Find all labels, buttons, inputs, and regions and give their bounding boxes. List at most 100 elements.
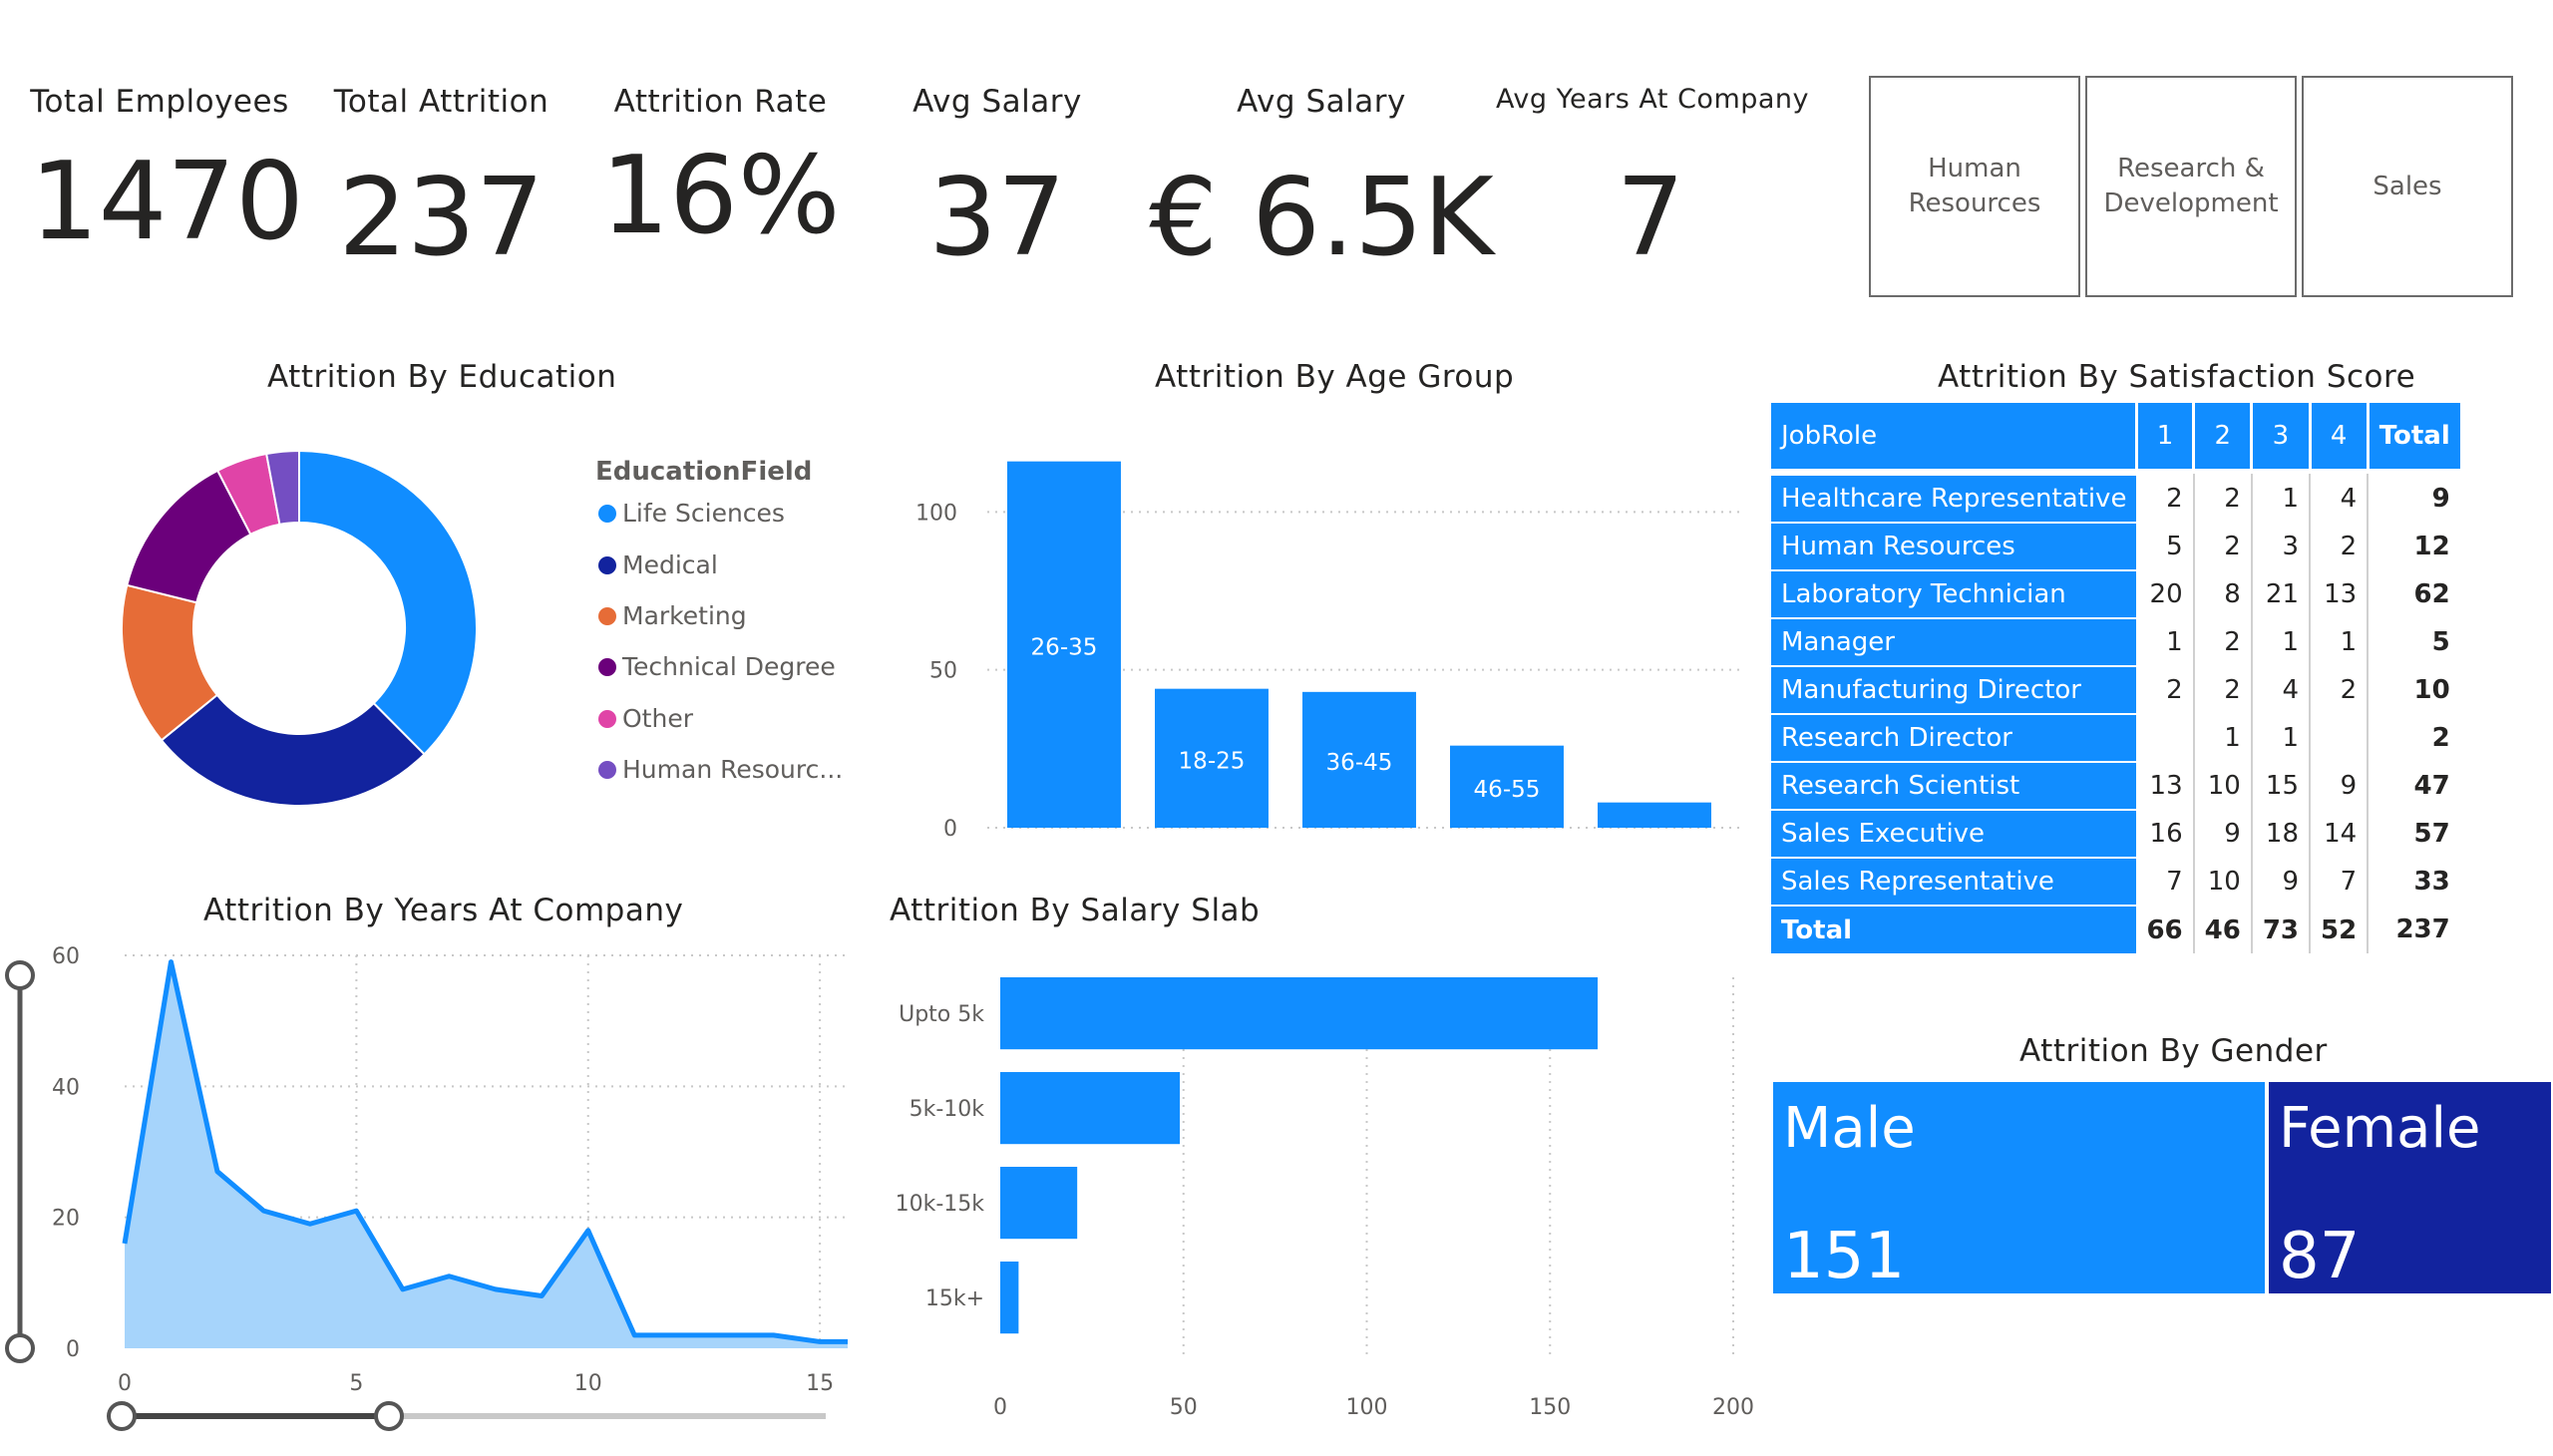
matrix-header-score-1[interactable]: 1 [2136, 403, 2196, 469]
y-tick-label: 40 [52, 1075, 80, 1100]
matrix-cell-score-4: 7 [2310, 857, 2370, 906]
y-category-label: Upto 5k [899, 1002, 984, 1027]
kpi-value: 237 [338, 156, 545, 280]
matrix-row[interactable]: Human Resources 5 2 3 2 12 [1771, 522, 2460, 570]
years-chart-title: Attrition By Years At Company [203, 893, 684, 928]
legend-dot [598, 555, 616, 574]
matrix-row[interactable]: Research Director 1 1 2 [1771, 713, 2460, 762]
bar-5k-10k[interactable] [1000, 1072, 1181, 1145]
legend-dot [598, 504, 616, 523]
slicer-human-resources[interactable]: Human Resources [1869, 76, 2080, 297]
matrix-total-jobrole: Total [1771, 905, 2137, 953]
legend-item-medical[interactable]: Medical [598, 550, 718, 579]
kpi-label: Total Employees [30, 84, 289, 120]
kpi-label: Total Attrition [333, 84, 549, 120]
matrix-row[interactable]: Laboratory Technician 20 8 21 13 62 [1771, 569, 2460, 618]
matrix-cell-score-2: 1 [2193, 713, 2253, 762]
x-tick-label: 5 [349, 1371, 363, 1396]
legend-label: Medical [622, 550, 718, 579]
matrix-cell-score-4: 14 [2310, 809, 2370, 858]
matrix-cell-score-2: 2 [2193, 522, 2253, 570]
slicer-research-development[interactable]: Research & Development [2085, 76, 2297, 297]
matrix-cell-score-2: 10 [2193, 761, 2253, 810]
matrix-row[interactable]: Sales Representative 7 10 9 7 33 [1771, 857, 2460, 906]
legend-item-other[interactable]: Other [598, 704, 693, 733]
y-tick-label: 0 [943, 817, 957, 842]
matrix-cell-score-1: 20 [2136, 569, 2195, 618]
matrix-cell-score-3: 1 [2251, 617, 2312, 666]
x-range-slider-handle-right[interactable] [374, 1401, 404, 1431]
kpi-label: Attrition Rate [613, 84, 828, 120]
gender-tile-value: 151 [1783, 1220, 1906, 1293]
matrix-header-score-4[interactable]: 4 [2310, 403, 2370, 469]
legend-item-technical-degree[interactable]: Technical Degree [598, 652, 836, 681]
x-tick-label: 15 [806, 1371, 834, 1396]
matrix-cell-score-1 [2136, 713, 2195, 762]
bar-label: 36-45 [1326, 750, 1393, 776]
matrix-cell-jobrole: Sales Executive [1771, 809, 2137, 858]
slicer-sales[interactable]: Sales [2302, 76, 2513, 297]
y-tick-label: 0 [66, 1337, 80, 1362]
matrix-cell-score-2: 9 [2193, 809, 2253, 858]
matrix-row[interactable]: Healthcare Representative 2 2 1 4 9 [1771, 474, 2460, 523]
matrix-cell-score-2: 2 [2193, 474, 2253, 523]
education-chart-title: Attrition By Education [267, 359, 617, 395]
gender-tile-female[interactable]: Female 87 [2269, 1082, 2551, 1293]
matrix-cell-score-3: 1 [2251, 713, 2312, 762]
matrix-row[interactable]: Manager 1 2 1 1 5 [1771, 617, 2460, 666]
bar-10k-15k[interactable] [1000, 1167, 1078, 1240]
matrix-header-score-3[interactable]: 3 [2251, 403, 2312, 469]
matrix-cell-score-3: 3 [2251, 522, 2312, 570]
matrix-cell-score-3: 4 [2251, 665, 2312, 714]
matrix-cell-score-1: 2 [2136, 474, 2195, 523]
kpi-label: Avg Salary [1237, 84, 1406, 120]
legend-item-marketing[interactable]: Marketing [598, 601, 747, 630]
matrix-cell-jobrole: Manufacturing Director [1771, 665, 2137, 714]
y-range-slider-handle-bottom[interactable] [5, 1333, 35, 1363]
matrix-row[interactable]: Research Scientist 13 10 15 9 47 [1771, 761, 2460, 810]
legend-item-human-resources[interactable]: Human Resourc... [598, 755, 843, 784]
matrix-total-score-2: 46 [2193, 905, 2253, 953]
x-tick-label: 150 [1529, 1395, 1571, 1420]
matrix-cell-score-1: 13 [2136, 761, 2195, 810]
bar-Upto 5k[interactable] [1000, 977, 1599, 1050]
matrix-cell-score-1: 1 [2136, 617, 2195, 666]
bar-55+[interactable] [1598, 802, 1711, 828]
matrix-cell-total: 10 [2413, 675, 2450, 705]
matrix-cell-total: 9 [2431, 484, 2450, 514]
years-area-chart: 0 20 40 60 0 5 10 15 [5, 944, 848, 1431]
legend-item-life-sciences[interactable]: Life Sciences [598, 499, 785, 528]
matrix-total-row: Total 66 46 73 52 237 [1771, 905, 2460, 953]
legend-dot [598, 709, 616, 728]
matrix-total-total: 237 [2395, 914, 2450, 944]
gender-tile-value: 87 [2279, 1220, 2361, 1293]
legend-label: Marketing [622, 601, 747, 630]
y-tick-label: 20 [52, 1207, 80, 1232]
legend-dot [598, 606, 616, 625]
gender-tile-male[interactable]: Male 151 [1773, 1082, 2265, 1293]
salary-bar-chart: 0 50 100 150 200 Upto 5k 5k-10k 10k-15k 15k+ [896, 977, 1754, 1420]
matrix-header-total[interactable]: Total [2368, 403, 2460, 469]
x-range-slider-handle-left[interactable] [107, 1401, 137, 1431]
y-range-slider-handle-top[interactable] [5, 960, 35, 990]
matrix-cell-jobrole: Sales Representative [1771, 857, 2137, 906]
gender-tile-label: Female [2279, 1096, 2481, 1161]
gender-tile-label: Male [1783, 1096, 1916, 1161]
education-legend-title: EducationField [595, 457, 813, 487]
matrix-row[interactable]: Sales Executive 16 9 18 14 57 [1771, 809, 2460, 858]
matrix-header-score-2[interactable]: 2 [2193, 403, 2254, 469]
kpi-value: 1470 [30, 140, 304, 264]
x-tick-label: 200 [1712, 1395, 1754, 1420]
donut-slice-life-sciences[interactable] [298, 449, 478, 756]
matrix-row[interactable]: Manufacturing Director 2 2 4 2 10 [1771, 665, 2460, 714]
matrix-cell-total: 5 [2431, 627, 2450, 657]
matrix-cell-score-1: 2 [2136, 665, 2195, 714]
kpi-label: Avg Years At Company [1496, 84, 1810, 115]
matrix-cell-jobrole: Laboratory Technician [1771, 569, 2137, 618]
matrix-total-score-3: 73 [2251, 905, 2312, 953]
matrix-header-jobrole[interactable]: JobRole [1771, 403, 2138, 469]
bar-15k+[interactable] [1000, 1262, 1019, 1334]
matrix-cell-jobrole: Research Scientist [1771, 761, 2137, 810]
matrix-cell-jobrole: Manager [1771, 617, 2137, 666]
salary-chart-title: Attrition By Salary Slab [890, 893, 1261, 928]
